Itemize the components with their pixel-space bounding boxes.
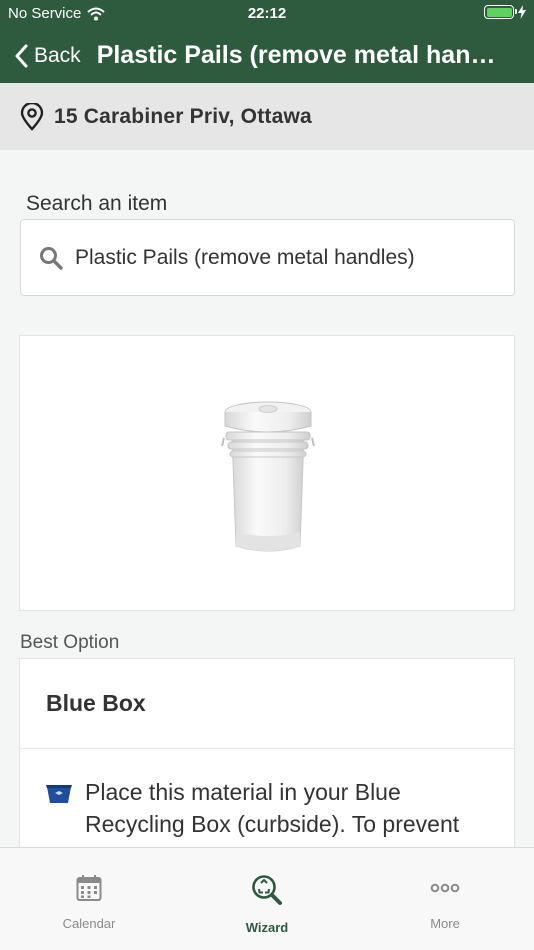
tab-label-wizard: Wizard (245, 920, 289, 935)
back-label: Back (34, 43, 81, 67)
recycle-search-icon (252, 875, 282, 905)
chevron-left-icon (15, 44, 28, 67)
blue-box-icon (46, 785, 72, 803)
more-dots-icon (430, 883, 460, 893)
tab-label-more: More (430, 916, 460, 931)
search-icon (40, 246, 63, 270)
option-description: Place this material in your Blue Recycli… (85, 779, 461, 857)
plastic-pail-image (221, 401, 315, 552)
address-bar[interactable]: 15 Carabiner Priv, Ottawa (0, 83, 534, 150)
battery-icon (484, 5, 517, 19)
tab-more[interactable]: More (356, 848, 534, 950)
option-header: Blue Box (20, 659, 514, 749)
status-time: 22:12 (247, 5, 287, 22)
page-title: Plastic Pails (remove metal handles) (96, 41, 507, 69)
tab-bar: Calendar Wizard More (0, 847, 534, 950)
option-title: Blue Box (46, 690, 146, 716)
navigation-bar: Back Plastic Pails (remove metal handles… (0, 28, 534, 83)
search-label: Search an item (26, 192, 168, 215)
address-text: 15 Carabiner Priv, Ottawa (54, 104, 312, 128)
location-pin-icon (20, 102, 44, 131)
charging-bolt-icon (518, 5, 526, 19)
item-image-card (19, 335, 515, 611)
best-option-card[interactable]: Blue Box Place this material in your Blu… (19, 658, 515, 858)
status-bar: No Service 22:12 (0, 0, 534, 28)
option-body: Place this material in your Blue Recycli… (20, 749, 514, 857)
search-input[interactable]: Plastic Pails (remove metal handles) (20, 219, 515, 296)
calendar-icon (76, 875, 102, 901)
battery-indicator (484, 5, 526, 19)
tab-label-calendar: Calendar (62, 916, 116, 931)
tab-wizard[interactable]: Wizard (178, 848, 356, 950)
best-option-label: Best Option (20, 632, 120, 653)
tab-calendar[interactable]: Calendar (0, 848, 178, 950)
search-value: Plastic Pails (remove metal handles) (75, 245, 415, 269)
back-button[interactable]: Back (0, 44, 81, 68)
